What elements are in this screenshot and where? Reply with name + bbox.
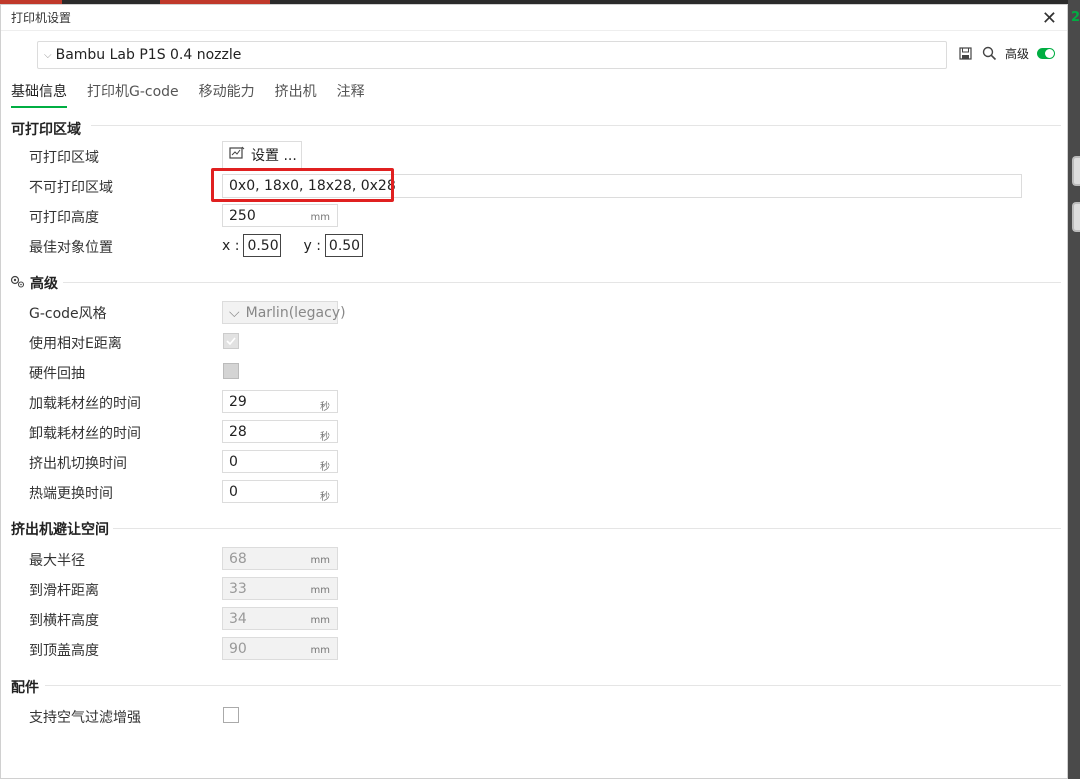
chevron-down-icon: ⌵: [44, 49, 52, 61]
gcode-flavor-label: G-code风格: [29, 306, 107, 322]
tab-notes[interactable]: 注释: [337, 81, 365, 108]
dialog-title: 打印机设置: [11, 11, 72, 25]
load-filament-time-value: 29: [229, 393, 247, 410]
advanced-gear-icon: [9, 274, 26, 293]
tool-change-time-input[interactable]: 0 秒: [222, 450, 338, 473]
section-label: 高级: [30, 276, 58, 292]
section-divider: [91, 125, 1061, 126]
gcode-flavor-value: Marlin(legacy): [245, 304, 346, 321]
section-title-printable-area: 可打印区域: [11, 119, 81, 139]
firmware-retraction-label: 硬件回抽: [29, 366, 85, 382]
rod-height-value: 34: [229, 610, 247, 627]
tool-change-time-value: 0: [229, 453, 238, 470]
advanced-mode-toggle[interactable]: [1037, 48, 1056, 59]
section-title-advanced: 高级: [9, 273, 58, 293]
section-label: 可打印区域: [11, 122, 81, 138]
firmware-retraction-checkbox[interactable]: [223, 363, 239, 379]
lid-height-value: 90: [229, 640, 247, 657]
printable-height-label: 可打印高度: [29, 210, 99, 226]
y-label: y :: [303, 237, 321, 254]
gcode-flavor-dropdown[interactable]: ⌵ Marlin(legacy): [222, 301, 346, 324]
section-label: 配件: [11, 680, 39, 696]
advanced-mode-label: 高级: [1005, 47, 1030, 61]
printable-height-value: 250: [229, 207, 256, 224]
printable-area-setup-button[interactable]: 设置 ...: [222, 141, 302, 169]
check-icon: [226, 337, 236, 346]
load-filament-time-input[interactable]: 29 秒: [222, 390, 338, 413]
save-icon[interactable]: [957, 46, 973, 62]
relative-e-label: 使用相对E距离: [29, 336, 122, 352]
max-radius-label: 最大半径: [29, 553, 85, 569]
x-label: x :: [222, 237, 240, 254]
tab-motion-ability[interactable]: 移动能力: [199, 81, 255, 108]
highlight-annotation-box: [211, 168, 394, 202]
rod-height-input[interactable]: 34 mm: [222, 607, 338, 630]
best-position-y-input[interactable]: 0.50: [324, 234, 363, 257]
lid-height-input[interactable]: 90 mm: [222, 637, 338, 660]
tab-printer-gcode[interactable]: 打印机G-code: [87, 81, 179, 108]
section-label: 挤出机避让空间: [11, 522, 109, 538]
section-divider: [113, 528, 1061, 529]
max-radius-value: 68: [229, 550, 247, 567]
setup-button-label: 设置 ...: [251, 148, 297, 164]
hotend-change-time-value: 0: [229, 483, 238, 500]
background-green-text: 2: [1070, 10, 1080, 25]
printable-area-label: 可打印区域: [29, 150, 99, 166]
unit-label: mm: [310, 212, 330, 223]
background-edge-marker: [1072, 202, 1080, 232]
best-object-position-label: 最佳对象位置: [29, 240, 113, 256]
bed-shape-icon: [229, 146, 245, 164]
preset-toolbar: 高级: [957, 45, 1056, 62]
relative-e-checkbox[interactable]: [223, 333, 239, 349]
settings-tabs: 基础信息 打印机G-code 移动能力 挤出机 注释: [11, 81, 365, 108]
unit-label: 秒: [320, 492, 330, 503]
hotend-change-time-label: 热端更换时间: [29, 486, 113, 502]
preset-name: Bambu Lab P1S 0.4 nozzle: [55, 47, 242, 63]
lid-height-label: 到顶盖高度: [29, 643, 99, 659]
hotend-change-time-input[interactable]: 0 秒: [222, 480, 338, 503]
load-filament-time-label: 加载耗材丝的时间: [29, 396, 141, 412]
unload-filament-time-input[interactable]: 28 秒: [222, 420, 338, 443]
printable-height-input[interactable]: 250 mm: [222, 204, 338, 227]
unit-label: mm: [310, 585, 330, 596]
unit-label: mm: [310, 555, 330, 566]
close-icon[interactable]: ✕: [1042, 8, 1057, 29]
best-position-x-input[interactable]: 0.50: [243, 234, 282, 257]
section-divider: [63, 282, 1061, 283]
tool-change-time-label: 挤出机切换时间: [29, 456, 127, 472]
tab-basic-info[interactable]: 基础信息: [11, 81, 67, 108]
rod-distance-input[interactable]: 33 mm: [222, 577, 338, 600]
unit-label: mm: [310, 645, 330, 656]
printer-settings-dialog: 打印机设置 ✕ ⌵ Bambu Lab P1S 0.4 nozzle 高级 基础…: [0, 4, 1068, 779]
background-app-edge: [1068, 0, 1080, 779]
air-filtration-checkbox[interactable]: [223, 707, 239, 723]
chevron-down-icon: ⌵: [229, 304, 240, 321]
unload-filament-time-label: 卸载耗材丝的时间: [29, 426, 141, 442]
tab-extruder[interactable]: 挤出机: [275, 81, 317, 108]
unit-label: 秒: [320, 462, 330, 473]
unit-label: 秒: [320, 402, 330, 413]
max-radius-input[interactable]: 68 mm: [222, 547, 338, 570]
air-filtration-label: 支持空气过滤增强: [29, 710, 141, 726]
search-icon[interactable]: [981, 46, 997, 62]
rod-height-label: 到横杆高度: [29, 613, 99, 629]
background-edge-marker: [1072, 156, 1080, 186]
rod-distance-value: 33: [229, 580, 247, 597]
dialog-titlebar: 打印机设置: [1, 5, 1067, 31]
section-title-extruder-clearance: 挤出机避让空间: [11, 519, 109, 539]
section-divider: [45, 685, 1061, 686]
section-title-accessory: 配件: [11, 677, 39, 697]
preset-dropdown[interactable]: ⌵ Bambu Lab P1S 0.4 nozzle: [37, 41, 947, 69]
best-object-position-fields: x : 0.50 y : 0.50: [222, 234, 363, 257]
unload-filament-time-value: 28: [229, 423, 247, 440]
rod-distance-label: 到滑杆距离: [29, 583, 99, 599]
unit-label: mm: [310, 615, 330, 626]
unit-label: 秒: [320, 432, 330, 443]
excluded-area-label: 不可打印区域: [29, 180, 113, 196]
